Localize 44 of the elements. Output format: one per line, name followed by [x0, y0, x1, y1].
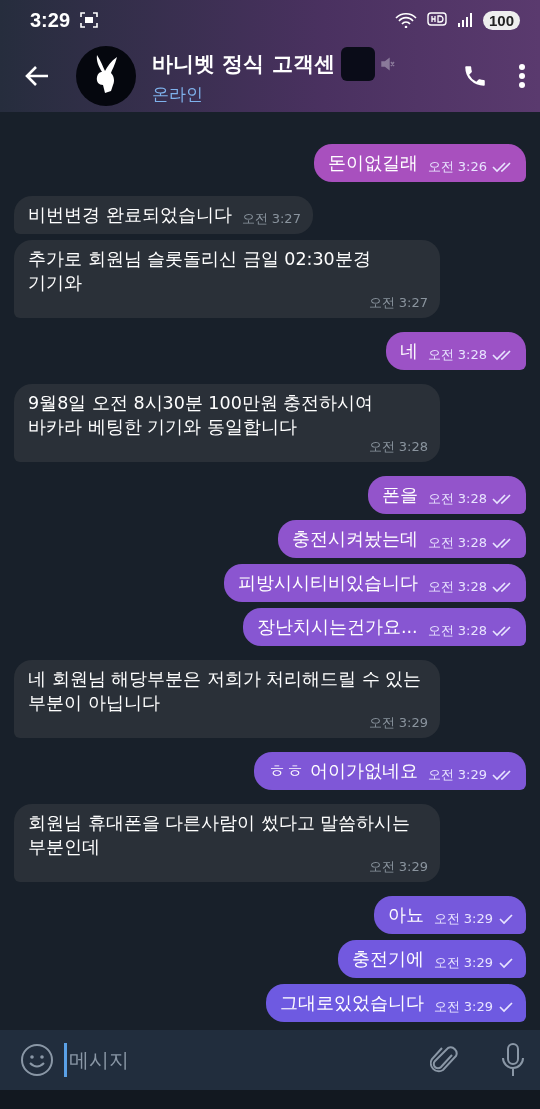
message-time: 오전 3:29 — [433, 999, 493, 1015]
hd-icon — [426, 12, 447, 28]
message-time: 오전 3:29 — [427, 767, 487, 783]
message-text: 9월8일 오전 8시30분 100만원 충전하시여 바카라 베팅한 기기와 동일합니다 — [28, 392, 375, 439]
wifi-icon — [394, 12, 417, 28]
message-text: 돈이없길래 — [327, 152, 418, 175]
emoji-icon[interactable] — [20, 1043, 54, 1077]
message-text: 추가로 회원님 슬롯돌리신 금일 02:30분경 기기와 — [28, 248, 372, 295]
screenshot-icon — [80, 12, 99, 28]
microphone-icon[interactable] — [500, 1042, 526, 1078]
message-time: 오전 3:28 — [427, 623, 487, 639]
message-time: 오전 3:28 — [427, 491, 487, 507]
message-text: 피방시시티비있습니다 — [237, 572, 418, 595]
message-text: 아뇨 — [387, 904, 424, 927]
battery-level: 100 — [482, 10, 520, 30]
message-time: 오전 3:28 — [427, 579, 487, 595]
back-icon[interactable] — [24, 65, 50, 87]
message-time: 오전 3:27 — [368, 295, 428, 311]
message-time: 오전 3:29 — [433, 955, 493, 971]
message-text: 폰을 — [381, 484, 418, 507]
message-text: ㅎㅎ 어이가없네요 — [268, 760, 418, 783]
message-time: 오전 3:27 — [241, 211, 301, 227]
message-text: 충전기에 — [351, 948, 424, 971]
message-text: 네 회원님 해당부분은 저희가 처리해드릴 수 있는 부분이 아닙니다 — [28, 668, 423, 715]
online-status: 온라인 — [152, 82, 204, 106]
message-time: 오전 3:28 — [427, 347, 487, 363]
message-time: 오전 3:28 — [427, 535, 487, 551]
avatar[interactable] — [76, 46, 136, 106]
signal-icon — [456, 12, 473, 28]
message-text: 네 — [399, 340, 418, 363]
message-text: 장난치시는건가요... — [256, 616, 418, 639]
call-icon[interactable] — [462, 63, 488, 89]
message-text: 회원님 휴대폰을 다른사람이 썼다고 말씀하시는 부분인데 — [28, 812, 412, 859]
message-text: 비번변경 완료되었습니다 — [28, 204, 232, 227]
message-time: 오전 3:29 — [368, 859, 428, 875]
chat-title: 바니벳 정식 고객센 — [152, 50, 335, 78]
clock: 3:29 — [30, 8, 71, 32]
message-text: 그대로있었습니다 — [279, 992, 424, 1015]
message-time: 오전 3:28 — [368, 439, 428, 455]
more-icon[interactable] — [518, 63, 526, 89]
message-text: 충전시켜놨는데 — [291, 528, 418, 551]
message-time: 오전 3:29 — [433, 911, 493, 927]
message-time: 오전 3:26 — [427, 159, 487, 175]
message-time: 오전 3:29 — [368, 715, 428, 731]
